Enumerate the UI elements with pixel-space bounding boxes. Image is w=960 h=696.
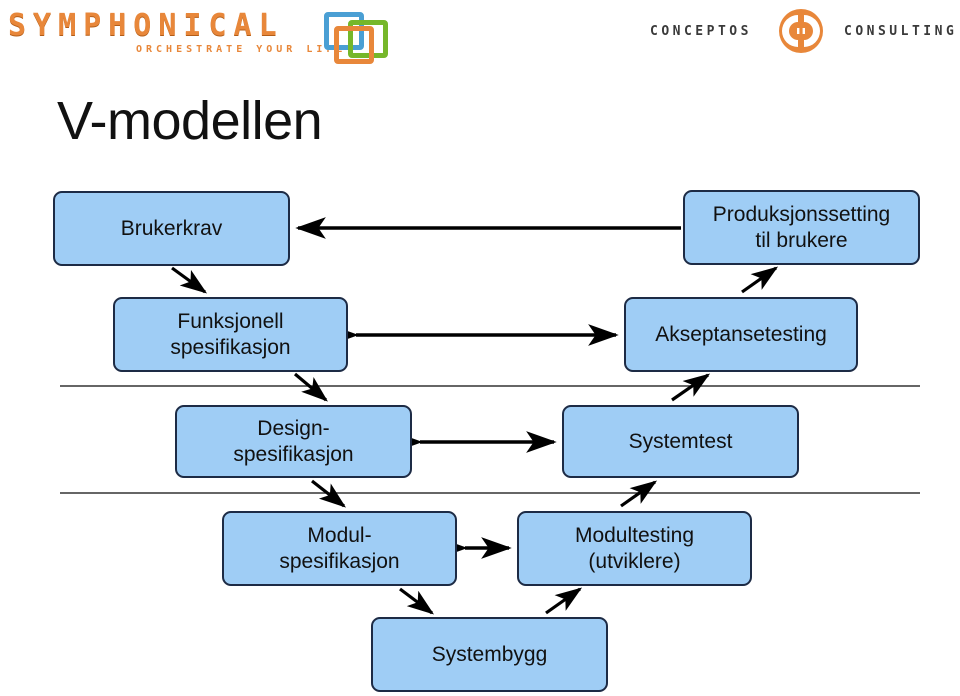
node-funksjonell-line2: spesifikasjon <box>170 335 291 359</box>
connector-modultesting-to-systemtest <box>620 480 658 508</box>
connector-funksjonell-to-design <box>293 372 328 402</box>
node-design-spesifikasjon[interactable]: Design- spesifikasjon <box>175 405 412 478</box>
node-produksjonssetting[interactable]: Produksjonssetting til brukere <box>683 190 920 265</box>
node-funksjonell-spesifikasjon[interactable]: Funksjonell spesifikasjon <box>113 297 348 372</box>
connector-akseptansetesting-to-produksjonssetting <box>741 266 779 294</box>
node-systemtest[interactable]: Systemtest <box>562 405 799 478</box>
connector-modul-to-systembygg <box>399 587 435 615</box>
node-modul-line2: spesifikasjon <box>279 549 400 573</box>
node-modul-line1: Modul- <box>307 523 372 547</box>
node-systemtest-line1: Systemtest <box>628 429 733 453</box>
node-systembygg-line1: Systembygg <box>431 642 548 666</box>
connector-systemtest-to-akseptansetesting <box>671 373 711 402</box>
node-produksjonssetting-line2: til brukere <box>755 228 848 252</box>
v-model-diagram: Brukerkrav Produksjonssetting til bruker… <box>0 0 960 696</box>
node-modultesting-line1: Modultesting <box>574 523 695 547</box>
slide-page: SYMPHONICAL ORCHESTRATE YOUR LIFE CONCEP… <box>0 0 960 696</box>
node-modultesting-line2: (utviklere) <box>588 549 681 573</box>
connector-systembygg-to-modultesting <box>545 587 583 615</box>
node-brukerkrav[interactable]: Brukerkrav <box>53 191 290 266</box>
node-akseptansetesting[interactable]: Akseptansetesting <box>624 297 858 372</box>
node-design-line1: Design- <box>257 416 330 440</box>
node-design-line2: spesifikasjon <box>233 442 354 466</box>
connector-brukerkrav-to-funksjonell <box>171 266 208 294</box>
node-brukerkrav-line1: Brukerkrav <box>120 216 223 240</box>
node-funksjonell-line1: Funksjonell <box>177 309 284 333</box>
node-systembygg[interactable]: Systembygg <box>371 617 608 692</box>
node-produksjonssetting-line1: Produksjonssetting <box>712 202 891 226</box>
node-modul-spesifikasjon[interactable]: Modul- spesifikasjon <box>222 511 457 586</box>
node-modultesting[interactable]: Modultesting (utviklere) <box>517 511 752 586</box>
node-akseptansetesting-line1: Akseptansetesting <box>655 322 827 346</box>
